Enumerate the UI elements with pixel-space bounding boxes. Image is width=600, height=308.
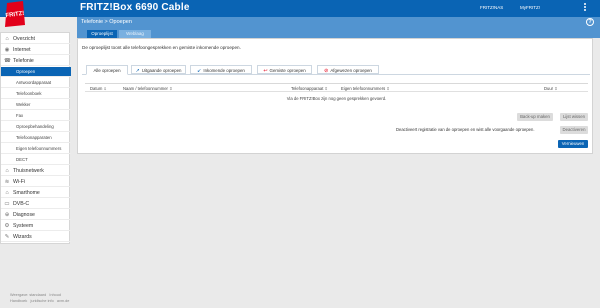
sidebar-item-fax[interactable]: Fax xyxy=(1,111,71,121)
backup-button[interactable]: Back-up maken xyxy=(517,113,553,121)
sub-header: Telefonie > Opoepen ? xyxy=(77,17,600,29)
filter-tab-rejected[interactable]: ⊘ Afgewezen oproepen xyxy=(317,65,379,74)
sidebar-item-label: Antwoordapparaat xyxy=(16,80,52,85)
diagnosis-icon: ⊕ xyxy=(4,212,10,218)
sidebar-item-diagnose[interactable]: ⊕ Diagnose xyxy=(1,210,71,220)
filter-tab-label: Afgewezen oproepen xyxy=(330,68,372,73)
home-icon: ⌂ xyxy=(5,36,9,42)
footer-link-avm[interactable]: avm.de xyxy=(57,299,69,303)
sidebar-item-systeem[interactable]: ⚙ Systeem xyxy=(1,221,71,231)
filter-tab-label: Gemiste oproepen xyxy=(269,68,306,73)
filter-tab-label: Inkomende oproepen xyxy=(203,68,245,73)
sidebar-item-label: Wi-Fi xyxy=(13,179,26,185)
sidebar: ⌂ Overzicht ◉ Internet ☎ Telefonie Oproepen Ant… xyxy=(0,32,71,244)
fritz-logo[interactable]: FRITZ! xyxy=(4,1,26,27)
footer-link-legal[interactable]: juridische info xyxy=(30,299,53,303)
sidebar-item-label: Wizards xyxy=(13,234,32,240)
sidebar-item-label: Systeem xyxy=(13,223,34,229)
sidebar-item-label: DVB-C xyxy=(13,201,30,207)
sidebar-item-smarthome[interactable]: ⌂ Smarthome xyxy=(1,188,71,198)
filter-tab-label: Alle oproepen xyxy=(93,68,121,73)
home-icon: ⌂ xyxy=(5,190,9,196)
sidebar-item-wi-fi[interactable]: ≋ Wi-Fi xyxy=(1,177,71,187)
more-menu-icon[interactable] xyxy=(583,3,587,13)
sidebar-item-label: Eigen telefoonnummers xyxy=(16,146,62,151)
filter-tab-all[interactable]: Alle oproepen xyxy=(86,65,128,75)
filter-tab-outgoing[interactable]: ↗ Uitgaande oproepen xyxy=(131,65,186,74)
sidebar-item-thuisnetwerk[interactable]: ⌂ Thuisnetwerk xyxy=(1,166,71,176)
footer-link-view[interactable]: Weergave: standaard xyxy=(10,293,46,297)
sidebar-item-eigen-telefoonnummers[interactable]: Eigen telefoonnummers xyxy=(1,144,71,154)
intro-text: De oproeplijst toont alle telefoongespre… xyxy=(82,45,241,50)
filter-tab-incoming[interactable]: ↙ Inkomende oproepen xyxy=(190,65,252,74)
table-header-divider xyxy=(85,91,588,92)
sidebar-item-label: Telefoonboek xyxy=(16,91,42,96)
empty-table-message: Via de FRITZ!Box zijn nog geen gesprekke… xyxy=(286,96,387,101)
sidebar-item-label: Telefonie xyxy=(13,58,34,64)
sidebar-item-antwoordapparaat[interactable]: Antwoordapparaat xyxy=(1,78,71,88)
tab-weblaag[interactable]: Weblaag xyxy=(119,30,151,38)
filter-tab-missed[interactable]: ↩ Gemiste oproepen xyxy=(257,65,312,74)
tab-oproeplijst[interactable]: Oproeplijst xyxy=(87,30,117,38)
sidebar-item-label: Internet xyxy=(13,47,31,53)
wizard-icon: ✎ xyxy=(4,234,10,240)
sidebar-item-oproepen[interactable]: Oproepen xyxy=(1,67,71,77)
sidebar-item-dvb-c[interactable]: ▭ DVB-C xyxy=(1,199,71,209)
sidebar-item-dect[interactable]: DECT xyxy=(1,155,71,165)
sidebar-item-label: Diagnose xyxy=(13,212,35,218)
call-table: Datum ⇩ Naam / telefoonnummer ⇳ Telefoon… xyxy=(85,83,588,102)
sidebar-item-oproepbehandeling[interactable]: Oproepbehandeling xyxy=(1,122,71,132)
app-title: FRITZ!Box 6690 Cable xyxy=(80,2,190,13)
breadcrumb[interactable]: Telefonie > Opoepen xyxy=(81,19,132,25)
globe-icon: ◉ xyxy=(4,47,10,53)
sidebar-item-wekker[interactable]: Wekker xyxy=(1,100,71,110)
refresh-button[interactable]: Vernieuwen xyxy=(558,140,588,148)
clear-list-button[interactable]: Lijst wissen xyxy=(560,113,588,121)
sidebar-item-telefoonapparaten[interactable]: Telefoonapparaten xyxy=(1,133,71,143)
tv-icon: ▭ xyxy=(4,201,10,207)
nav-link-myfritz[interactable]: MyFRITZ! xyxy=(520,5,540,10)
nav-link-fritznas[interactable]: FRITZ!NAS xyxy=(480,5,503,10)
footer-link-content[interactable]: Inhoud xyxy=(49,293,61,297)
sidebar-item-overzicht[interactable]: ⌂ Overzicht xyxy=(1,34,71,44)
phone-icon: ☎ xyxy=(4,58,11,64)
sidebar-item-telefoonboek[interactable]: Telefoonboek xyxy=(1,89,71,99)
footer-link-manual[interactable]: Handboek xyxy=(10,299,27,303)
sidebar-item-label: Overzicht xyxy=(13,36,35,42)
sidebar-item-label: Thuisnetwerk xyxy=(13,168,44,174)
help-icon[interactable]: ? xyxy=(586,18,594,26)
call-list-panel: De oproeplijst toont alle telefoongespre… xyxy=(77,38,593,154)
sidebar-item-label: Oproepbehandeling xyxy=(16,124,54,129)
sidebar-item-label: Oproepen xyxy=(16,69,36,74)
sidebar-item-label: DECT xyxy=(16,157,28,162)
top-header: FRITZ!Box 6690 Cable FRITZ!NAS MyFRITZ! xyxy=(0,0,600,17)
sidebar-item-telefonie[interactable]: ☎ Telefonie xyxy=(1,56,71,66)
filter-tab-label: Uitgaande oproepen xyxy=(141,68,182,73)
home-icon: ⌂ xyxy=(5,168,9,174)
footer-links: Weergave: standaard Inhoud Handboek juri… xyxy=(10,292,69,304)
gear-icon: ⚙ xyxy=(4,223,10,229)
sidebar-item-label: Telefoonapparaten xyxy=(16,135,52,140)
tab-divider xyxy=(82,74,590,75)
deactivate-description: Deactiveert registratie van de oproepen … xyxy=(396,127,535,132)
sidebar-item-label: Smarthome xyxy=(13,190,40,196)
deactivate-button[interactable]: Deactiveren xyxy=(560,126,588,134)
sidebar-item-internet[interactable]: ◉ Internet xyxy=(1,45,71,55)
sidebar-item-wizards[interactable]: ✎ Wizards xyxy=(1,232,71,242)
page-tab-row: Oproeplijst Weblaag xyxy=(77,29,600,38)
sidebar-item-label: Fax xyxy=(16,113,24,118)
wifi-icon: ≋ xyxy=(4,179,10,185)
sidebar-item-label: Wekker xyxy=(16,102,31,107)
